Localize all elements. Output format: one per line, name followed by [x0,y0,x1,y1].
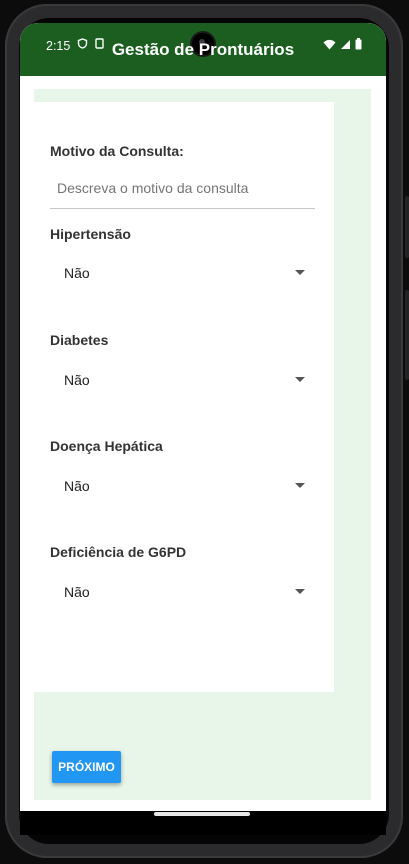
dropdown-caret-icon [295,483,305,488]
dropdown-caret-icon [295,589,305,594]
motivo-input[interactable] [50,170,315,206]
motivo-label: Motivo da Consulta: [50,143,184,159]
power-button [405,196,409,258]
app-bar: 2:15 Gestão de Prontuários [20,23,386,76]
deficiencia-g6pd-select[interactable]: Não [50,577,315,609]
motivo-field[interactable] [50,170,315,209]
doenca-hepatica-select[interactable]: Não [50,471,315,503]
doenca-hepatica-label: Doença Hepática [50,438,163,454]
app-title: Gestão de Prontuários [111,40,295,59]
navigation-bar [20,811,386,835]
diabetes-value: Não [64,372,90,388]
diabetes-select[interactable]: Não [50,365,315,397]
deficiencia-g6pd-value: Não [64,584,90,600]
home-gesture-handle[interactable] [154,812,250,816]
next-button[interactable]: PRÓXIMO [52,751,121,783]
hipertensao-value: Não [64,265,90,281]
volume-button [405,290,409,380]
hipertensao-label: Hipertensão [50,226,131,242]
dropdown-caret-icon [295,377,305,382]
deficiencia-g6pd-label: Deficiência de G6PD [50,544,187,560]
doenca-hepatica-value: Não [64,478,90,494]
hipertensao-select[interactable]: Não [50,258,315,290]
dropdown-caret-icon [295,270,305,275]
diabetes-label: Diabetes [50,332,109,348]
